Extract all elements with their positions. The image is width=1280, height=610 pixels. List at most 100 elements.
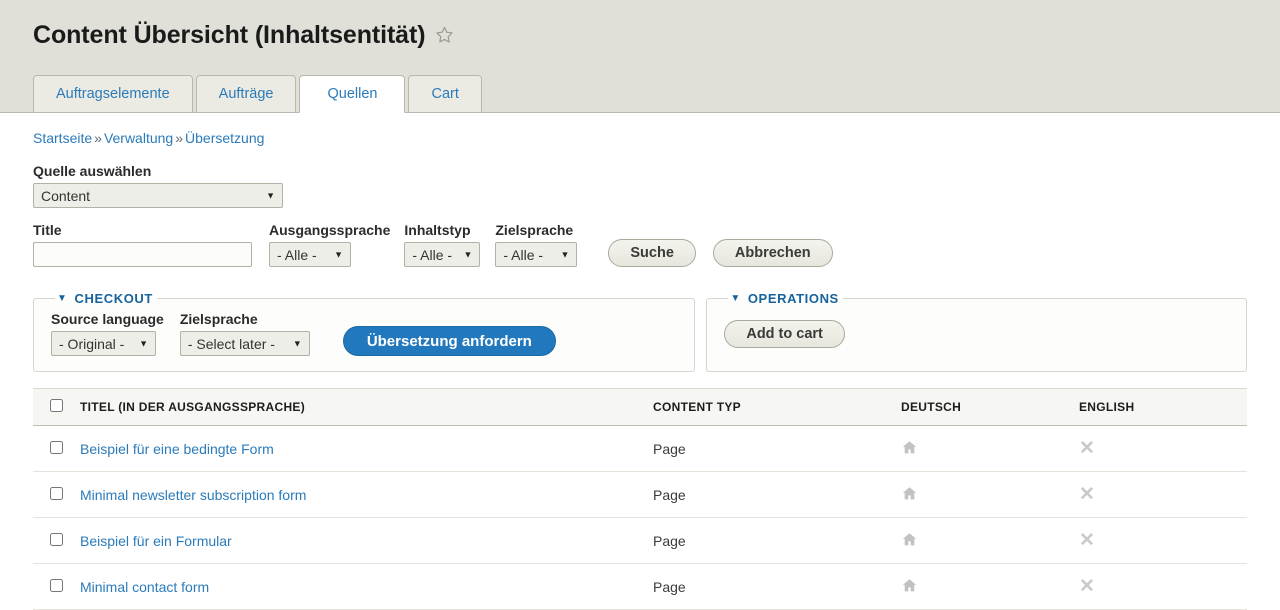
table-body: Beispiel für eine bedingte Form Page ✕ M… — [33, 425, 1247, 610]
row-content-type-cell: Page — [653, 425, 901, 472]
panels-row: ▼ CHECKOUT Source language - Original - … — [33, 291, 1247, 372]
row-content-type-cell: Page — [653, 563, 901, 610]
cancel-button[interactable]: Abbrechen — [712, 239, 833, 267]
filter-target-language-label: Zielsprache — [495, 222, 574, 238]
tab-auftraege[interactable]: Aufträge — [195, 74, 297, 113]
column-header-english[interactable]: ENGLISH — [1079, 388, 1247, 426]
source-select-label: Quelle auswählen — [33, 163, 152, 179]
row-checkbox[interactable] — [50, 578, 63, 592]
source-select-box[interactable]: Content ▼ — [33, 183, 283, 208]
source-select-group: Quelle auswählen Content ▼ — [33, 163, 1247, 208]
tab-label: Cart — [431, 85, 459, 102]
target-language-select[interactable]: - Alle - — [495, 242, 578, 267]
checkout-legend-label: CHECKOUT — [74, 291, 153, 306]
select-all-checkbox[interactable] — [50, 399, 63, 412]
row-title-cell: Minimal contact form — [80, 563, 653, 610]
table-header: TITEL (IN DER AUSGANGSSPRACHE) CONTENT T… — [33, 388, 1247, 426]
checkout-legend[interactable]: ▼ CHECKOUT — [55, 291, 157, 306]
row-select-cell — [33, 425, 80, 472]
cross-icon[interactable]: ✕ — [1079, 484, 1095, 505]
column-header-content-type[interactable]: CONTENT TYP — [653, 388, 901, 426]
search-button[interactable]: Suche — [608, 239, 696, 267]
tab-label: Quellen — [327, 85, 378, 102]
row-title-cell: Minimal newsletter subscription form — [80, 471, 653, 518]
content-type-select-box[interactable]: - Alle - ▼ — [404, 242, 481, 267]
breadcrumb-separator: » — [94, 130, 102, 146]
add-to-cart-button[interactable]: Add to cart — [724, 320, 845, 348]
content-type-select[interactable]: - Alle - — [404, 242, 481, 267]
tab-bar: Auftragselemente Aufträge Quellen Cart — [33, 74, 485, 113]
checkout-panel: ▼ CHECKOUT Source language - Original - … — [33, 291, 696, 372]
row-content-type-cell: Page — [653, 471, 901, 518]
column-header-deutsch[interactable]: DEUTSCH — [901, 388, 1079, 426]
filter-title-group: Title — [33, 222, 252, 267]
filter-title-label: Title — [33, 222, 62, 238]
checkout-source-language-label: Source language — [51, 311, 164, 327]
cross-icon[interactable]: ✕ — [1079, 438, 1095, 459]
home-icon[interactable] — [901, 439, 918, 458]
home-icon[interactable] — [901, 531, 918, 550]
row-select-cell — [33, 471, 80, 518]
checkout-source-language-select-box[interactable]: - Original - ▼ — [51, 331, 156, 356]
tab-label: Aufträge — [218, 85, 274, 102]
page-title: Content Übersicht (Inhaltsentität) — [33, 21, 426, 49]
breadcrumb: Startseite» Verwaltung» Übersetzung — [33, 113, 1247, 146]
home-icon[interactable] — [901, 577, 918, 596]
table-row: Beispiel für eine bedingte Form Page ✕ — [33, 425, 1247, 472]
row-title-link[interactable]: Minimal newsletter subscription form — [80, 487, 306, 503]
checkout-body: Source language - Original - ▼ Zielsprac… — [51, 306, 677, 356]
row-deutsch-cell — [901, 425, 1079, 472]
filter-content-type-group: Inhaltstyp - Alle - ▼ — [404, 222, 481, 267]
column-header-title[interactable]: TITEL (IN DER AUSGANGSSPRACHE) — [80, 388, 653, 426]
triangle-down-icon: ▼ — [730, 292, 741, 304]
checkout-target-language-group: Zielsprache - Select later - ▼ — [179, 311, 310, 356]
breadcrumb-item-verwaltung[interactable]: Verwaltung — [104, 130, 173, 146]
source-language-select-box[interactable]: - Alle - ▼ — [269, 242, 351, 267]
row-select-cell — [33, 517, 80, 564]
filter-row: Title Ausgangssprache - Alle - ▼ Inhalts… — [33, 222, 1247, 267]
row-deutsch-cell — [901, 563, 1079, 610]
breadcrumb-item-uebersetzung[interactable]: Übersetzung — [185, 130, 264, 146]
checkout-target-language-select[interactable]: - Select later - — [179, 331, 310, 356]
checkout-target-language-label: Zielsprache — [179, 311, 258, 327]
row-content-type-cell: Page — [653, 517, 901, 564]
main-content: Startseite» Verwaltung» Übersetzung Quelle… — [0, 113, 1280, 610]
filter-source-language-group: Ausgangssprache - Alle - ▼ — [269, 222, 390, 267]
row-checkbox[interactable] — [50, 440, 63, 454]
filter-content-type-label: Inhaltstyp — [404, 222, 471, 238]
tab-cart[interactable]: Cart — [408, 74, 482, 113]
row-title-link[interactable]: Beispiel für ein Formular — [80, 533, 232, 549]
sources-table: TITEL (IN DER AUSGANGSSPRACHE) CONTENT T… — [33, 388, 1247, 610]
row-english-cell: ✕ — [1079, 471, 1247, 518]
table-header-row: TITEL (IN DER AUSGANGSSPRACHE) CONTENT T… — [33, 388, 1247, 426]
operations-body: Add to cart — [724, 306, 1229, 348]
table-row: Minimal newsletter subscription form Pag… — [33, 471, 1247, 518]
checkout-target-language-select-box[interactable]: - Select later - ▼ — [179, 331, 310, 356]
breadcrumb-separator: » — [175, 130, 184, 146]
row-english-cell: ✕ — [1079, 425, 1247, 472]
filter-target-language-group: Zielsprache - Alle - ▼ — [495, 222, 578, 267]
table-row: Beispiel für ein Formular Page ✕ — [33, 517, 1247, 564]
target-language-select-box[interactable]: - Alle - ▼ — [495, 242, 578, 267]
source-language-select[interactable]: - Alle - — [269, 242, 351, 267]
cross-icon[interactable]: ✕ — [1079, 530, 1095, 551]
breadcrumb-item-startseite[interactable]: Startseite — [33, 130, 92, 146]
row-checkbox[interactable] — [50, 486, 63, 500]
source-select[interactable]: Content — [33, 183, 283, 208]
row-checkbox[interactable] — [50, 532, 63, 546]
star-outline-icon[interactable] — [435, 25, 454, 49]
title-input[interactable] — [33, 242, 252, 267]
checkout-source-language-select[interactable]: - Original - — [51, 331, 156, 356]
cross-icon[interactable]: ✕ — [1079, 576, 1095, 597]
row-title-link[interactable]: Beispiel für eine bedingte Form — [80, 441, 274, 457]
row-english-cell: ✕ — [1079, 563, 1247, 610]
home-icon[interactable] — [901, 485, 918, 504]
page-title-row: Content Übersicht (Inhaltsentität) — [0, 0, 1280, 50]
row-select-cell — [33, 563, 80, 610]
tab-auftragselemente[interactable]: Auftragselemente — [33, 74, 193, 113]
tab-quellen[interactable]: Quellen — [299, 74, 406, 113]
operations-legend[interactable]: ▼ OPERATIONS — [728, 291, 843, 306]
row-english-cell: ✕ — [1079, 517, 1247, 564]
request-translation-button[interactable]: Übersetzung anfordern — [342, 326, 556, 356]
tab-label: Auftragselemente — [56, 85, 170, 102]
